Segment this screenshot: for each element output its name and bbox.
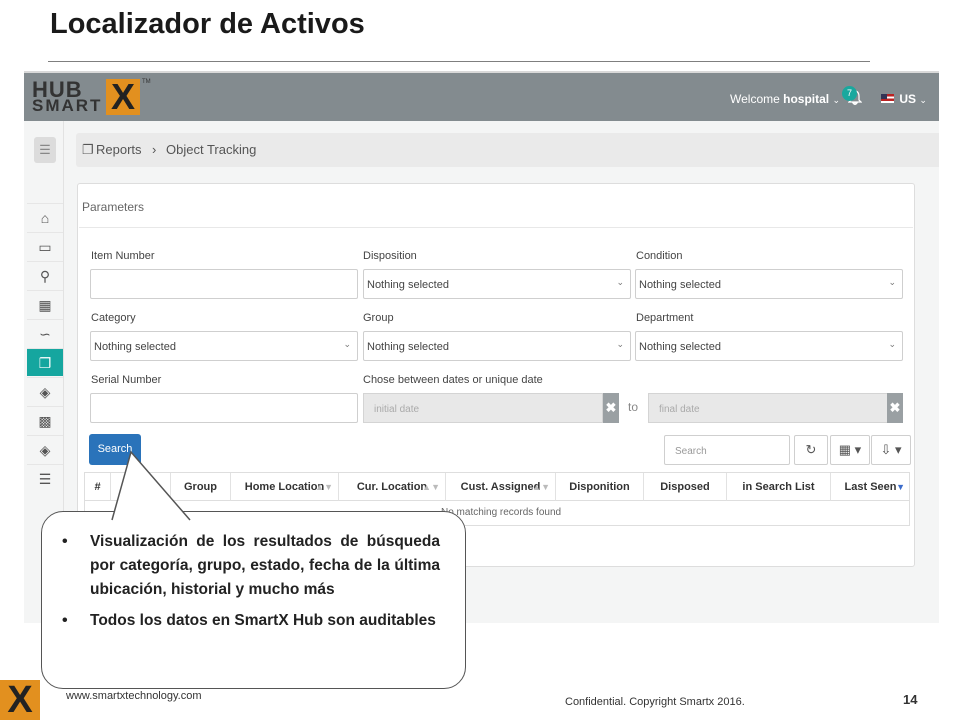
welcome-prefix: Welcome	[730, 92, 780, 106]
sort-icon: ▲▼	[422, 482, 440, 492]
clear-initial-date-icon[interactable]: ✖	[603, 393, 619, 423]
smartx-footer-logo: X	[0, 680, 40, 720]
column-header-index[interactable]: #	[85, 473, 111, 501]
hub-smartx-logo[interactable]: HUB SMART X TM	[32, 77, 151, 117]
breadcrumb-reports[interactable]: Reports	[96, 142, 142, 157]
department-label: Department	[636, 312, 694, 324]
logo-trademark: TM	[142, 79, 151, 85]
list-icon[interactable]: ☰	[27, 464, 63, 492]
callout-bullet-2: Todos los datos en SmartX Hub son audita…	[60, 609, 440, 633]
column-header-group[interactable]: Group	[171, 473, 231, 501]
column-header-blank[interactable]	[111, 473, 171, 501]
column-header-in-search-list[interactable]: in Search List	[727, 473, 831, 501]
slide-title: Localizador de Activos	[50, 8, 365, 40]
initial-date-input[interactable]: initial date	[363, 393, 603, 423]
condition-select[interactable]: Nothing selected ⌄	[635, 269, 903, 299]
parameters-panel: Parameters Item Number Disposition Nothi…	[77, 183, 915, 567]
disposition-value: Nothing selected	[367, 279, 449, 291]
breadcrumb-separator: ›	[152, 142, 157, 157]
column-header-disposed[interactable]: Disposed	[644, 473, 727, 501]
group-select[interactable]: Nothing selected ⌄	[363, 331, 631, 361]
callout-bullets: Visualización de los resultados de búsqu…	[60, 530, 440, 640]
paint-roller-icon[interactable]: ⚲	[27, 261, 63, 289]
search-button[interactable]: Search	[89, 434, 141, 465]
final-date-input[interactable]: final date	[648, 393, 888, 423]
serial-number-label: Serial Number	[91, 374, 162, 386]
chevron-down-icon: ⌄	[919, 95, 927, 105]
sort-icon: ▲▼	[532, 482, 550, 492]
column-header-last-seen[interactable]: Last Seen ▼	[831, 473, 910, 501]
group-value: Nothing selected	[367, 341, 449, 353]
layers-icon-2[interactable]: ◈	[27, 435, 63, 463]
logo-x-mark: X	[106, 79, 140, 115]
category-value: Nothing selected	[94, 341, 176, 353]
date-range-label: Chose between dates or unique date	[363, 374, 543, 386]
us-flag-icon	[881, 94, 894, 103]
item-number-label: Item Number	[91, 250, 155, 262]
chevron-down-icon: ⌄	[616, 277, 624, 287]
page-number: 14	[903, 692, 918, 707]
item-number-input[interactable]	[90, 269, 358, 299]
export-icon[interactable]: ⇩ ▾	[871, 435, 911, 465]
chevron-down-icon: ⌄	[343, 339, 351, 349]
clipboard-icon: ❐	[82, 142, 94, 157]
group-label: Group	[363, 312, 394, 324]
column-header-disponition[interactable]: Disponition	[556, 473, 644, 501]
home-icon[interactable]: ⌂	[27, 203, 63, 231]
chevron-down-icon: ⌄	[832, 95, 841, 105]
panel-divider	[79, 227, 913, 228]
rss-icon[interactable]: ∽	[27, 319, 63, 347]
bar-chart-icon[interactable]: ▩	[27, 406, 63, 434]
callout-bullet-1: Visualización de los resultados de búsqu…	[60, 530, 440, 602]
language-selector[interactable]: US ⌄	[881, 92, 927, 106]
column-header-cust-assigned[interactable]: Cust. Assigned ▲▼	[446, 473, 556, 501]
layers-icon[interactable]: ◈	[27, 377, 63, 405]
hamburger-menu-icon[interactable]: ☰	[34, 137, 56, 163]
column-header-home-location[interactable]: Home Location ▲▼	[231, 473, 339, 501]
serial-number-input[interactable]	[90, 393, 358, 423]
callout-box: Visualización de los resultados de búsqu…	[41, 511, 466, 689]
table-search-input[interactable]: Search	[664, 435, 790, 465]
sort-icon: ▲▼	[315, 482, 333, 492]
condition-value: Nothing selected	[639, 279, 721, 291]
condition-label: Condition	[636, 250, 683, 262]
sort-descending-icon: ▼	[896, 482, 905, 492]
parameters-title: Parameters	[82, 200, 145, 214]
notification-badge[interactable]: 7	[842, 86, 857, 101]
chevron-down-icon: ⌄	[888, 339, 896, 349]
department-value: Nothing selected	[639, 341, 721, 353]
map-icon[interactable]: ▦	[27, 290, 63, 318]
date-to-label: to	[628, 400, 639, 414]
breadcrumb: ❐ Reports › Object Tracking	[76, 133, 939, 167]
column-header-cur-location[interactable]: Cur. Location ▲▼	[339, 473, 446, 501]
refresh-icon[interactable]: ↻	[794, 435, 828, 465]
top-navbar: HUB SMART X TM Welcome hospital ⌄ 7 US ⌄	[24, 73, 939, 121]
department-select[interactable]: Nothing selected ⌄	[635, 331, 903, 361]
disposition-label: Disposition	[363, 250, 417, 262]
category-label: Category	[91, 312, 136, 324]
disposition-select[interactable]: Nothing selected ⌄	[363, 269, 631, 299]
monitor-icon[interactable]: ▭	[27, 232, 63, 260]
footer-confidential: Confidential. Copyright Smartx 2016.	[565, 696, 745, 708]
reports-icon[interactable]: ❐	[27, 348, 63, 376]
chevron-down-icon: ⌄	[616, 339, 624, 349]
welcome-user: hospital	[783, 92, 830, 106]
footer-url: www.smartxtechnology.com	[66, 690, 202, 702]
title-divider	[48, 61, 870, 62]
logo-smart-text: SMART	[32, 96, 103, 115]
columns-toggle-icon[interactable]: ▦ ▾	[830, 435, 870, 465]
chevron-down-icon: ⌄	[888, 277, 896, 287]
user-menu[interactable]: Welcome hospital ⌄	[730, 92, 840, 106]
category-select[interactable]: Nothing selected ⌄	[90, 331, 358, 361]
language-label: US	[899, 92, 917, 106]
clear-final-date-icon[interactable]: ✖	[887, 393, 903, 423]
breadcrumb-current: Object Tracking	[166, 142, 257, 157]
